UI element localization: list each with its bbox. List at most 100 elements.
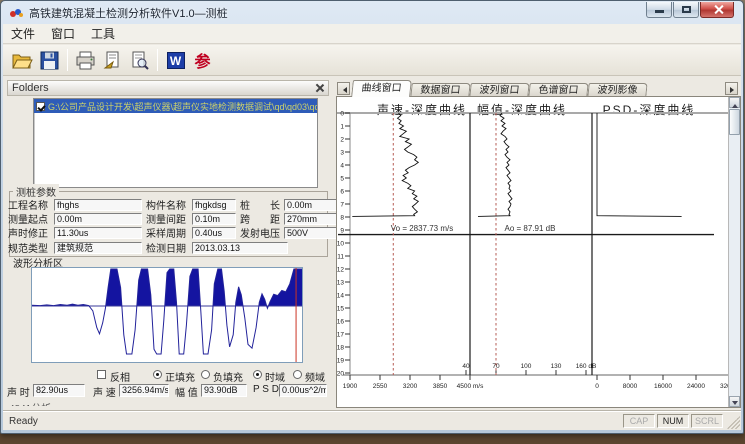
svg-text:3: 3 xyxy=(340,149,344,156)
reading-field[interactable]: 0.00us^2/m xyxy=(279,384,327,397)
chart-scrollbar[interactable] xyxy=(728,97,740,407)
file-listbox[interactable]: G:\公司产品设计开发\超声仪器\超声仪实地检测数据调试\qd\qd03\qd0… xyxy=(33,98,318,188)
list-item[interactable]: G:\公司产品设计开发\超声仪器\超声仪实地检测数据调试\qd\qd03\qd0… xyxy=(34,99,317,113)
reading-label: 幅 值 xyxy=(175,384,198,399)
save-icon xyxy=(40,51,59,70)
file-checkbox[interactable] xyxy=(36,102,45,111)
param-label: 采样周期 xyxy=(146,225,192,240)
clipped-text: 4841分析 xyxy=(9,400,51,406)
display-options: 反相 正填充 负填充 时域 频域 xyxy=(5,369,333,382)
invert-label: 反相 xyxy=(110,369,130,384)
tab-wavetrain-window[interactable]: 波列窗口 xyxy=(469,83,529,97)
titlebar[interactable]: 高铁建筑混凝土检测分析软件V1.0—测桩 xyxy=(2,2,742,24)
param-field[interactable]: 11.30us xyxy=(54,227,142,239)
svg-text:Vo = 2837.73 m/s: Vo = 2837.73 m/s xyxy=(391,224,454,233)
svg-text:0: 0 xyxy=(340,110,344,117)
client-area: 文件 窗口 工具 xyxy=(3,24,741,430)
print-preview-icon xyxy=(130,51,149,70)
svg-text:0: 0 xyxy=(595,383,599,390)
param-field[interactable]: 建筑规范 xyxy=(54,242,142,254)
scroll-indicator: SCRL xyxy=(691,414,723,428)
menu-window[interactable]: 窗口 xyxy=(43,24,83,44)
freq-domain-radio[interactable] xyxy=(293,370,302,379)
svg-text:100: 100 xyxy=(521,363,532,370)
word-export-button[interactable]: W xyxy=(162,48,189,73)
svg-text:16: 16 xyxy=(337,318,344,325)
menu-file[interactable]: 文件 xyxy=(3,24,43,44)
param-field[interactable]: fhgkdsg xyxy=(192,199,236,211)
invert-checkbox[interactable] xyxy=(97,370,106,379)
reading-field[interactable]: 3256.94m/s xyxy=(119,384,169,397)
param-label: 跨 距 xyxy=(240,211,284,226)
freq-domain-label: 频域 xyxy=(305,369,325,384)
svg-text:9: 9 xyxy=(340,227,344,234)
resize-grip[interactable] xyxy=(727,416,740,429)
waveform-view[interactable] xyxy=(31,267,303,363)
scroll-down-icon[interactable] xyxy=(729,396,740,407)
svg-text:2550: 2550 xyxy=(373,383,388,390)
param-field[interactable]: 0.00m xyxy=(54,213,142,225)
svg-text:5: 5 xyxy=(340,175,344,182)
fill-negative-radio[interactable] xyxy=(201,370,210,379)
svg-text:24000: 24000 xyxy=(687,383,705,390)
fill-positive-radio[interactable] xyxy=(153,370,162,379)
tabstrip: 曲线窗口 数据窗口 波列窗口 色谱窗口 波列影像 xyxy=(336,80,741,97)
minimize-button[interactable] xyxy=(646,2,672,18)
svg-text:7: 7 xyxy=(340,201,344,208)
svg-text:18: 18 xyxy=(337,344,344,351)
tab-scroll-right-button[interactable] xyxy=(725,82,738,95)
open-button[interactable] xyxy=(9,48,36,73)
param-field[interactable]: 0.10m xyxy=(192,213,236,225)
open-folder-icon xyxy=(12,51,33,70)
export-report-button[interactable] xyxy=(99,48,126,73)
toolbar-separator xyxy=(157,49,158,71)
maximize-button[interactable] xyxy=(673,2,699,18)
folders-close-icon[interactable] xyxy=(313,82,326,94)
svg-text:160 dB: 160 dB xyxy=(576,363,597,370)
param-label: 发射电压 xyxy=(240,225,284,240)
menu-tools[interactable]: 工具 xyxy=(83,24,123,44)
svg-text:2: 2 xyxy=(340,136,344,143)
tab-curve-window[interactable]: 曲线窗口 xyxy=(351,80,412,97)
save-button[interactable] xyxy=(36,48,63,73)
svg-text:Ao = 87.91 dB: Ao = 87.91 dB xyxy=(505,224,556,233)
svg-text:130: 130 xyxy=(551,363,562,370)
folders-caption: Folders xyxy=(7,80,329,96)
tab-scroll-left-button[interactable] xyxy=(337,82,350,95)
waveform-chart xyxy=(32,268,302,362)
fill-positive-label: 正填充 xyxy=(165,369,195,384)
scroll-up-icon[interactable] xyxy=(729,97,740,108)
param-field[interactable]: 2013.03.13 xyxy=(192,242,288,254)
parameters-button[interactable]: 参 xyxy=(189,48,216,73)
menubar: 文件 窗口 工具 xyxy=(3,24,741,44)
param-field[interactable]: 0.40us xyxy=(192,227,236,239)
close-button[interactable] xyxy=(700,2,734,18)
window-title: 高铁建筑混凝土检测分析软件V1.0—测桩 xyxy=(29,5,228,21)
svg-text:8: 8 xyxy=(340,214,344,221)
param-field[interactable]: fhghs xyxy=(54,199,142,211)
svg-text:8000: 8000 xyxy=(623,383,638,390)
print-icon xyxy=(75,51,96,70)
minimize-icon xyxy=(655,10,664,13)
tab-wavetrain-image[interactable]: 波列影像 xyxy=(587,83,647,97)
svg-text:19: 19 xyxy=(337,357,344,364)
time-domain-radio[interactable] xyxy=(253,370,262,379)
status-message: Ready xyxy=(9,416,38,427)
print-button[interactable] xyxy=(72,48,99,73)
reading-field[interactable]: 93.90dB xyxy=(201,384,247,397)
svg-text:17: 17 xyxy=(337,331,344,338)
svg-text:4500 m/s: 4500 m/s xyxy=(457,383,484,390)
toolbar-separator xyxy=(67,49,68,71)
svg-text:12: 12 xyxy=(337,266,344,273)
svg-text:11: 11 xyxy=(337,253,344,260)
param-label: 测量起点 xyxy=(8,211,54,226)
tab-spectrum-window[interactable]: 色谱窗口 xyxy=(528,83,588,97)
left-panel: Folders G:\公司产品设计开发\超声仪器\超声仪实地检测数据调试\qd\… xyxy=(5,78,333,408)
close-icon xyxy=(714,5,723,14)
tab-data-window[interactable]: 数据窗口 xyxy=(410,83,470,97)
svg-text:4: 4 xyxy=(340,162,344,169)
svg-text:14: 14 xyxy=(337,292,344,299)
print-preview-button[interactable] xyxy=(126,48,153,73)
scroll-thumb[interactable] xyxy=(729,109,740,135)
reading-field[interactable]: 82.90us xyxy=(33,384,85,397)
